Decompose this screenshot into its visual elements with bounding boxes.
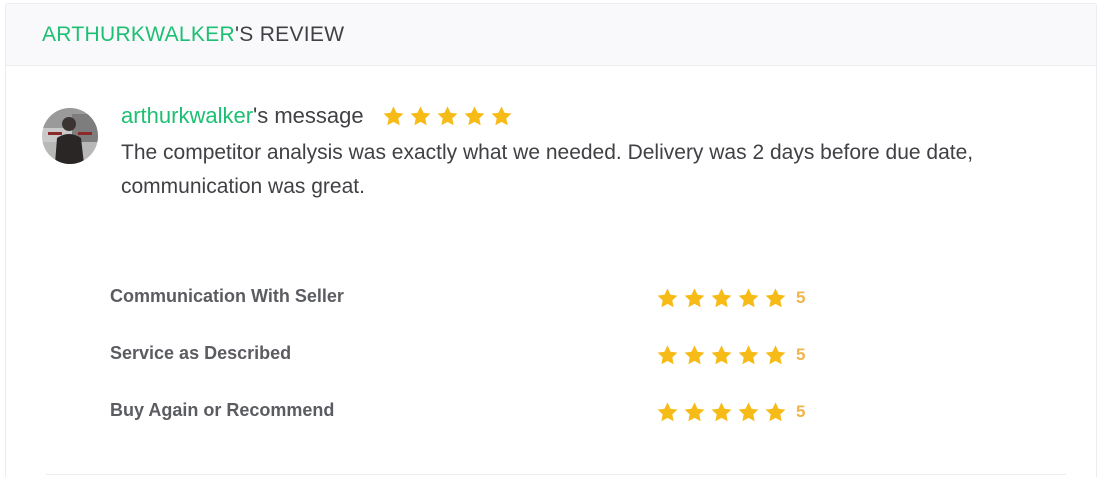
message-text: The competitor analysis was exactly what…: [121, 141, 974, 198]
rating-value: 5: [796, 402, 806, 421]
rating-row-service: Service as Described 5: [110, 337, 870, 394]
avatar[interactable]: [42, 108, 98, 164]
rating-row-communication: Communication With Seller 5: [110, 280, 870, 337]
rating-stars: [655, 286, 788, 311]
star-icon: [410, 105, 431, 125]
star-icon: [738, 345, 759, 365]
message-title: arthurkwalker's message: [121, 100, 1021, 132]
message-title-suffix: 's message: [253, 103, 364, 128]
rating-stars: [655, 400, 788, 425]
rating-value: 5: [796, 288, 806, 307]
review-owner-name[interactable]: ARTHURKWALKER: [42, 23, 235, 47]
review-message: arthurkwalker's message The competitor a…: [121, 100, 1021, 204]
star-icon: [684, 288, 705, 308]
star-icon: [464, 105, 485, 125]
star-icon: [765, 288, 786, 308]
star-icon: [684, 402, 705, 422]
rating-label: Buy Again or Recommend: [110, 400, 335, 420]
star-icon: [383, 105, 404, 125]
rating-label: Communication With Seller: [110, 286, 344, 306]
star-icon: [657, 288, 678, 308]
star-icon: [437, 105, 458, 125]
star-icon: [738, 402, 759, 422]
rating-label: Service as Described: [110, 343, 292, 363]
rating-value: 5: [796, 345, 806, 364]
star-icon: [711, 288, 732, 308]
star-icon: [765, 345, 786, 365]
rating-stars: [655, 343, 788, 368]
review-header: ARTHURKWALKER 'S REVIEW: [6, 4, 1096, 66]
star-icon: [711, 345, 732, 365]
rating-row-recommend: Buy Again or Recommend 5: [110, 394, 870, 451]
star-icon: [711, 402, 732, 422]
divider: [46, 474, 1066, 475]
message-owner-name[interactable]: arthurkwalker: [121, 103, 253, 129]
star-icon: [491, 105, 512, 125]
star-icon: [684, 345, 705, 365]
rating-breakdown: Communication With Seller 5 Service as D…: [110, 280, 870, 451]
star-icon: [765, 402, 786, 422]
star-icon: [738, 288, 759, 308]
message-star-rating: [381, 104, 514, 129]
review-header-suffix: 'S REVIEW: [234, 22, 345, 46]
star-icon: [657, 345, 678, 365]
review-card: ARTHURKWALKER 'S REVIEW arthurkwalker's m…: [5, 3, 1097, 477]
star-icon: [657, 402, 678, 422]
